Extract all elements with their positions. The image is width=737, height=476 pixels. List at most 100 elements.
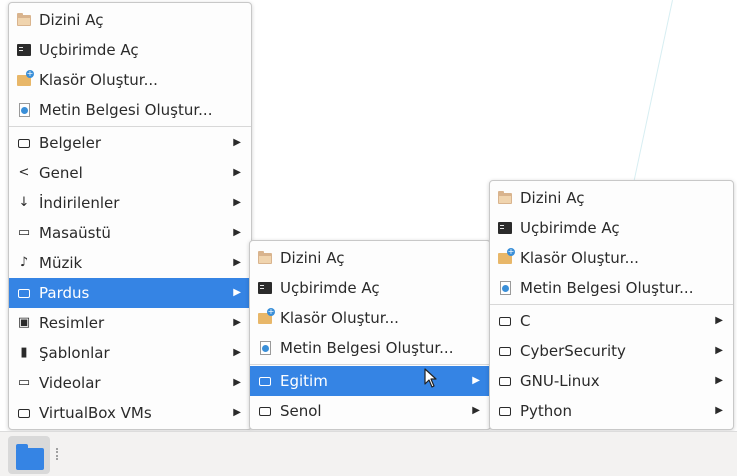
menu-item-create-folder[interactable]: Klasör Oluştur... (250, 303, 490, 333)
submenu-arrow-icon: ▶ (233, 407, 241, 418)
bottom-panel (0, 431, 737, 476)
menu-item-resimler[interactable]: ▣ Resimler ▶ (9, 308, 251, 338)
menu-separator (250, 364, 490, 365)
submenu-arrow-icon: ▶ (233, 137, 241, 148)
submenu-arrow-icon: ▶ (233, 287, 241, 298)
submenu-arrow-icon: ▶ (715, 315, 723, 326)
submenu-arrow-icon: ▶ (233, 197, 241, 208)
terminal-icon (258, 281, 272, 295)
folder-icon (17, 12, 31, 27)
menu-item-open-folder[interactable]: Dizini Aç (9, 5, 251, 35)
menu-item-label: Klasör Oluştur... (280, 309, 399, 327)
menu-item-label: Metin Belgesi Oluştur... (39, 101, 213, 119)
menu-item-create-document[interactable]: Metin Belgesi Oluştur... (9, 95, 251, 125)
menu-item-label: C (520, 312, 531, 330)
folder-outline-icon (498, 404, 512, 418)
menu-item-label: CyberSecurity (520, 342, 626, 360)
terminal-icon (498, 221, 512, 235)
menu-item-c[interactable]: C ▶ (490, 306, 733, 336)
mouse-cursor-icon (424, 368, 437, 388)
submenu-arrow-icon: ▶ (233, 167, 241, 178)
menu-item-belgeler[interactable]: Belgeler ▶ (9, 128, 251, 158)
menu-separator (490, 304, 733, 305)
menu-item-label: Genel (39, 164, 83, 182)
folder-outline-icon (17, 286, 31, 300)
menu-item-masaustu[interactable]: ▭ Masaüstü ▶ (9, 218, 251, 248)
menu-item-label: Videolar (39, 374, 101, 392)
menu-item-label: Klasör Oluştur... (520, 249, 639, 267)
menu-item-label: Uçbirimde Aç (280, 279, 380, 297)
menu-item-create-document[interactable]: Metin Belgesi Oluştur... (250, 333, 490, 363)
menu-item-label: Şablonlar (39, 344, 110, 362)
submenu-arrow-icon: ▶ (715, 375, 723, 386)
folder-outline-icon (17, 136, 31, 150)
menu-item-label: Python (520, 402, 572, 420)
folder-icon (498, 190, 512, 205)
menu-item-label: Uçbirimde Aç (520, 219, 620, 237)
menu-item-create-document[interactable]: Metin Belgesi Oluştur... (490, 273, 733, 303)
music-icon: ♪ (19, 255, 29, 270)
menu-item-label: Klasör Oluştur... (39, 71, 158, 89)
menu-item-python[interactable]: Python ▶ (490, 396, 733, 426)
folder-icon (258, 250, 272, 265)
menu-separator (9, 126, 251, 127)
new-folder-icon (17, 69, 34, 87)
menu-item-label: Senol (280, 402, 322, 420)
folder-outline-icon (498, 374, 512, 388)
menu-item-label: Dizini Aç (280, 249, 345, 267)
menu-item-open-terminal[interactable]: Uçbirimde Aç (9, 35, 251, 65)
folder-icon (16, 444, 44, 470)
submenu-arrow-icon: ▶ (233, 257, 241, 268)
places-menu: Dizini Aç Uçbirimde Aç Klasör Oluştur...… (8, 2, 252, 430)
menu-item-label: Uçbirimde Aç (39, 41, 139, 59)
folder-outline-icon (498, 344, 512, 358)
video-icon: ▭ (17, 375, 31, 390)
share-icon: < (18, 165, 30, 180)
menu-item-label: Dizini Aç (520, 189, 585, 207)
folder-outline-icon (17, 406, 31, 420)
places-launcher-button[interactable] (8, 436, 50, 474)
menu-item-open-folder[interactable]: Dizini Aç (490, 183, 733, 213)
menu-item-label: İndirilenler (39, 194, 120, 212)
menu-item-egitim[interactable]: Egitim ▶ (250, 366, 490, 396)
submenu-arrow-icon: ▶ (233, 347, 241, 358)
menu-item-create-folder[interactable]: Klasör Oluştur... (9, 65, 251, 95)
menu-item-indirilenler[interactable]: ↓ İndirilenler ▶ (9, 188, 251, 218)
submenu-arrow-icon: ▶ (233, 317, 241, 328)
menu-item-label: Pardus (39, 284, 90, 302)
menu-item-label: Müzik (39, 254, 83, 272)
submenu-arrow-icon: ▶ (472, 375, 480, 386)
menu-item-cybersecurity[interactable]: CyberSecurity ▶ (490, 336, 733, 366)
menu-item-label: Dizini Aç (39, 11, 104, 29)
new-folder-icon (498, 247, 515, 265)
menu-item-muzik[interactable]: ♪ Müzik ▶ (9, 248, 251, 278)
menu-item-open-folder[interactable]: Dizini Aç (250, 243, 490, 273)
menu-item-label: Metin Belgesi Oluştur... (280, 339, 454, 357)
panel-drag-handle[interactable] (56, 448, 60, 460)
submenu-arrow-icon: ▶ (472, 405, 480, 416)
image-icon: ▣ (17, 315, 31, 330)
new-document-icon (17, 103, 31, 117)
menu-item-open-terminal[interactable]: Uçbirimde Aç (490, 213, 733, 243)
menu-item-pardus[interactable]: Pardus ▶ (9, 278, 251, 308)
egitim-submenu: Dizini Aç Uçbirimde Aç Klasör Oluştur...… (489, 180, 734, 430)
menu-item-label: Egitim (280, 372, 328, 390)
download-icon: ↓ (18, 195, 30, 210)
new-document-icon (258, 341, 272, 355)
menu-item-sablonlar[interactable]: ▮ Şablonlar ▶ (9, 338, 251, 368)
menu-item-create-folder[interactable]: Klasör Oluştur... (490, 243, 733, 273)
menu-item-videolar[interactable]: ▭ Videolar ▶ (9, 368, 251, 398)
menu-item-label: Resimler (39, 314, 105, 332)
submenu-arrow-icon: ▶ (715, 405, 723, 416)
bookmark-icon: ▮ (20, 345, 28, 360)
folder-outline-icon (258, 404, 272, 418)
menu-item-label: Belgeler (39, 134, 101, 152)
new-folder-icon (258, 307, 275, 325)
desktop-icon: ▭ (17, 225, 31, 240)
menu-item-genel[interactable]: < Genel ▶ (9, 158, 251, 188)
menu-item-open-terminal[interactable]: Uçbirimde Aç (250, 273, 490, 303)
menu-item-gnu-linux[interactable]: GNU-Linux ▶ (490, 366, 733, 396)
menu-item-virtualbox-vms[interactable]: VirtualBox VMs ▶ (9, 398, 251, 428)
menu-item-senol[interactable]: Senol ▶ (250, 396, 490, 426)
terminal-icon (17, 43, 31, 57)
